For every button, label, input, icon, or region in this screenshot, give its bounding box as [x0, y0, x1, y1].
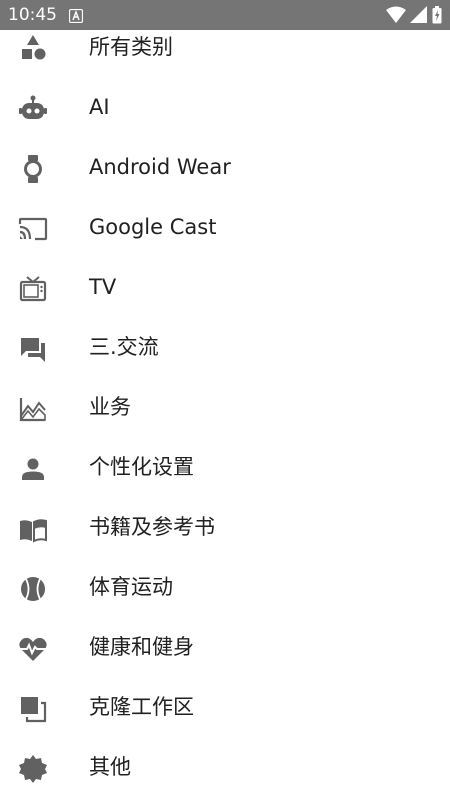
category-label: Google Cast [89, 215, 217, 239]
category-item-sports[interactable]: 体育运动 [0, 556, 450, 616]
cast-icon [18, 214, 48, 244]
tv-icon [18, 274, 48, 304]
category-item-books-reference[interactable]: 书籍及参考书 [0, 496, 450, 556]
clone-workspace-icon [18, 694, 48, 724]
category-item-all[interactable]: 所有类别 [0, 16, 450, 76]
category-label: Android Wear [89, 155, 231, 179]
category-label: TV [89, 275, 117, 299]
category-label: 业务 [89, 395, 131, 419]
category-item-tv[interactable]: TV [0, 256, 450, 316]
category-item-google-cast[interactable]: Google Cast [0, 196, 450, 256]
business-chart-icon [18, 394, 48, 424]
watch-icon [18, 154, 48, 184]
category-item-business[interactable]: 业务 [0, 376, 450, 436]
category-label: 克隆工作区 [89, 695, 194, 719]
all-categories-shapes-icon [18, 34, 48, 64]
category-item-clone-workspace[interactable]: 克隆工作区 [0, 676, 450, 736]
category-label: 三.交流 [89, 335, 159, 359]
robot-icon [18, 94, 48, 124]
person-icon [18, 454, 48, 484]
book-icon [18, 514, 48, 544]
category-label: 个性化设置 [89, 455, 194, 479]
category-label: 所有类别 [89, 35, 173, 59]
gear-badge-icon [18, 754, 48, 784]
category-label: 其他 [89, 755, 131, 779]
category-item-health-fitness[interactable]: 健康和健身 [0, 616, 450, 676]
category-label: 书籍及参考书 [89, 515, 215, 539]
category-item-android-wear[interactable]: Android Wear [0, 136, 450, 196]
category-item-personalization[interactable]: 个性化设置 [0, 436, 450, 496]
heart-pulse-icon [18, 634, 48, 664]
category-list: 所有类别 AI Android Wear Google Cast TV 三.交流… [0, 16, 450, 796]
category-item-communication[interactable]: 三.交流 [0, 316, 450, 376]
chat-icon [18, 334, 48, 364]
category-label: 体育运动 [89, 575, 173, 599]
category-label: AI [89, 95, 110, 119]
category-item-other[interactable]: 其他 [0, 736, 450, 796]
category-item-ai[interactable]: AI [0, 76, 450, 136]
category-label: 健康和健身 [89, 635, 194, 659]
sports-ball-icon [18, 574, 48, 604]
